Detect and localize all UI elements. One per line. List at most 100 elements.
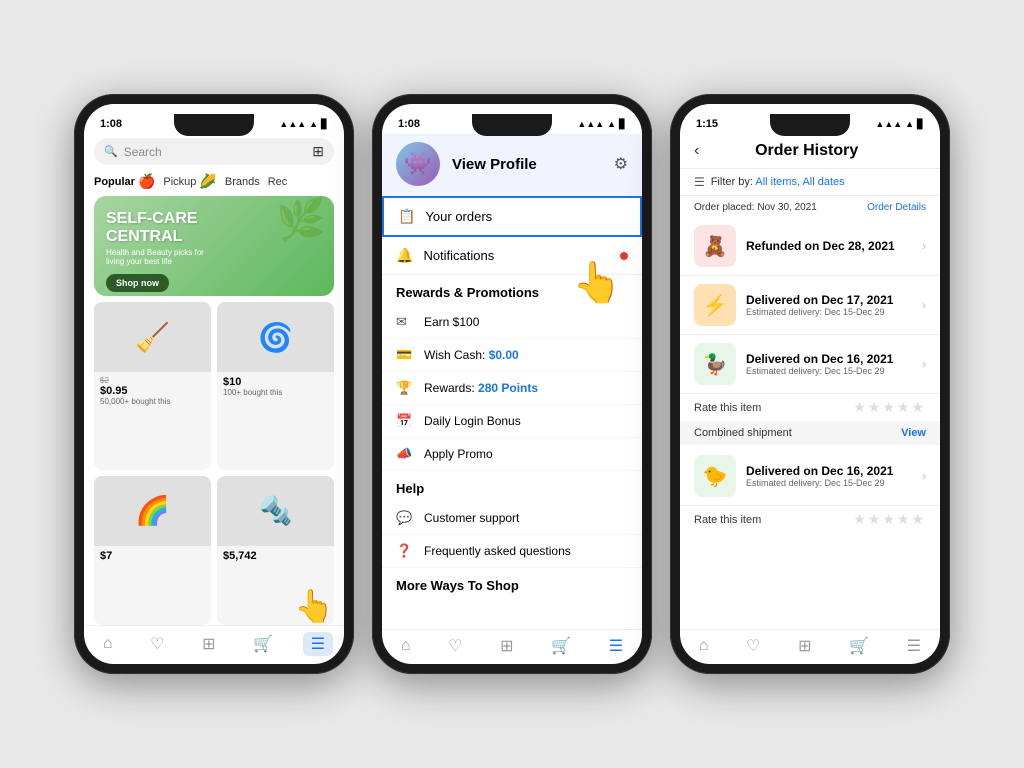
- shop-now-button[interactable]: Shop now: [106, 274, 169, 292]
- product-item-4[interactable]: 🔩 $5,742 👆: [217, 476, 334, 626]
- orders-icon: 📋: [398, 208, 415, 225]
- stars-2[interactable]: ★★★★★: [853, 511, 926, 528]
- phone-1: 1:08 ▲▲▲ ▲ ▊ 🔍 Search ⊞ Popular 🍎: [74, 94, 354, 674]
- phone-1-notch: [174, 114, 254, 136]
- chevron-right-1: ›: [922, 239, 926, 253]
- category-pickup-label: Pickup: [163, 176, 196, 188]
- order-info-3: Delivered on Dec 16, 2021 Estimated deli…: [746, 352, 922, 376]
- combined-shipment-label: Combined shipment: [694, 427, 901, 439]
- nav-categories-3[interactable]: ⊞: [798, 636, 811, 656]
- gear-icon[interactable]: ⚙: [614, 154, 628, 174]
- product-price-3: $7: [100, 550, 205, 562]
- rewards-section-title: Rewards & Promotions: [382, 275, 642, 306]
- nav-wishlist-2[interactable]: ♡: [448, 636, 462, 656]
- order-item-3[interactable]: 🦆 Delivered on Dec 16, 2021 Estimated de…: [680, 335, 940, 394]
- category-brands[interactable]: Brands: [225, 176, 260, 188]
- order-history-header: ‹ Order History: [680, 134, 940, 169]
- view-profile-button[interactable]: View Profile: [452, 156, 602, 173]
- rate-label-1: Rate this item: [694, 402, 853, 414]
- wish-cash-item[interactable]: 💳 Wish Cash: $0.00: [382, 339, 642, 372]
- earn-icon: ✉: [396, 314, 414, 330]
- order-thumb-1: 🧸: [694, 225, 736, 267]
- nav-cart-3[interactable]: 🛒: [849, 636, 869, 656]
- wifi-icon: ▲: [309, 119, 318, 129]
- cart-icon: 🛒: [253, 634, 273, 654]
- wifi-icon-2: ▲: [607, 119, 616, 129]
- product-item-3[interactable]: 🌈 $7: [94, 476, 211, 626]
- chevron-right-3: ›: [922, 357, 926, 371]
- nav-menu-1[interactable]: ☰: [303, 632, 333, 656]
- daily-login-item[interactable]: 📅 Daily Login Bonus: [382, 405, 642, 438]
- search-input[interactable]: Search: [124, 145, 307, 159]
- filter-row[interactable]: ☰ Filter by: All items, All dates: [680, 169, 940, 196]
- self-care-banner: 🌿 SELF-CARECENTRAL Health and Beauty pic…: [94, 196, 334, 296]
- battery-icon-3: ▊: [917, 119, 924, 130]
- order-status-4: Delivered on Dec 16, 2021: [746, 464, 922, 478]
- apply-promo-item[interactable]: 📣 Apply Promo: [382, 438, 642, 471]
- battery-icon: ▊: [321, 119, 328, 130]
- order-item-4[interactable]: 🐤 Delivered on Dec 16, 2021 Estimated de…: [680, 447, 940, 506]
- customer-support-item[interactable]: 💬 Customer support: [382, 502, 642, 535]
- hand-cursor-overlay: 👆: [294, 587, 334, 625]
- earn-100-item[interactable]: ✉ Earn $100: [382, 306, 642, 339]
- combined-shipment-row[interactable]: Combined shipment View: [680, 421, 940, 445]
- product-grid: 🧹 $2 $0.95 50,000+ bought this 🌀 $10 100…: [84, 302, 344, 625]
- notifications-label: Notifications: [423, 248, 620, 263]
- faq-item[interactable]: ❓ Frequently asked questions: [382, 535, 642, 568]
- combined-shipment-view[interactable]: View: [901, 427, 926, 439]
- banner-subtitle: Health and Beauty picks forliving your b…: [106, 248, 204, 266]
- product-price-4: $5,742: [223, 550, 328, 562]
- product-item-2[interactable]: 🌀 $10 100+ bought this: [217, 302, 334, 470]
- category-pickup[interactable]: Pickup 🌽: [163, 173, 216, 190]
- order-item-1[interactable]: 🧸 Refunded on Dec 28, 2021 ›: [680, 217, 940, 276]
- category-popular-emoji: 🍎: [138, 173, 155, 190]
- nav-wishlist-3[interactable]: ♡: [746, 636, 760, 656]
- nav-menu-2[interactable]: ☰: [609, 636, 623, 656]
- search-bar[interactable]: 🔍 Search ⊞: [94, 138, 334, 165]
- order-item-2[interactable]: ⚡ Delivered on Dec 17, 2021 Estimated de…: [680, 276, 940, 335]
- order-info-2: Delivered on Dec 17, 2021 Estimated deli…: [746, 293, 922, 317]
- phone-3: 1:15 ▲▲▲ ▲ ▊ ‹ Order History ☰ Filter by…: [670, 94, 950, 674]
- order-delivery-2: Estimated delivery: Dec 15-Dec 29: [746, 307, 922, 317]
- product-image-4: 🔩: [217, 476, 334, 546]
- chevron-right-2: ›: [922, 298, 926, 312]
- stars-1[interactable]: ★★★★★: [853, 399, 926, 416]
- back-button[interactable]: ‹: [694, 142, 699, 160]
- nav-menu-3[interactable]: ☰: [907, 636, 921, 656]
- faq-icon: ❓: [396, 543, 414, 559]
- category-rec-label: Rec: [268, 176, 288, 188]
- nav-home-1[interactable]: ⌂: [95, 633, 121, 655]
- nav-cart-2[interactable]: 🛒: [551, 636, 571, 656]
- heart-icon: ♡: [150, 634, 164, 654]
- nav-categories-2[interactable]: ⊞: [500, 636, 513, 656]
- banner-title: SELF-CARECENTRAL: [106, 210, 198, 245]
- battery-icon-2: ▊: [619, 119, 626, 130]
- bottom-nav-2: ⌂ ♡ ⊞ 🛒 ☰: [382, 629, 642, 664]
- avatar: 👾: [396, 142, 440, 186]
- order-date: Order placed: Nov 30, 2021: [694, 202, 817, 213]
- signal-icon-2: ▲▲▲: [577, 119, 604, 129]
- filter-icon[interactable]: ⊞: [312, 143, 324, 160]
- rewards-item[interactable]: 🏆 Rewards: 280 Points: [382, 372, 642, 405]
- product-sold-1: 50,000+ bought this: [100, 397, 205, 406]
- nav-categories-1[interactable]: ⊞: [194, 632, 223, 656]
- category-rec[interactable]: Rec: [268, 176, 288, 188]
- nav-cart-1[interactable]: 🛒: [245, 632, 281, 656]
- order-info-4: Delivered on Dec 16, 2021 Estimated deli…: [746, 464, 922, 488]
- category-brands-label: Brands: [225, 176, 260, 188]
- menu-icon: ☰: [311, 634, 325, 654]
- nav-home-3[interactable]: ⌂: [699, 637, 709, 655]
- product-image-2: 🌀: [217, 302, 334, 372]
- product-item-1[interactable]: 🧹 $2 $0.95 50,000+ bought this: [94, 302, 211, 470]
- order-details-link[interactable]: Order Details: [867, 202, 926, 213]
- category-popular[interactable]: Popular 🍎: [94, 173, 155, 190]
- nav-home-2[interactable]: ⌂: [401, 637, 411, 655]
- order-delivery-4: Estimated delivery: Dec 15-Dec 29: [746, 478, 922, 488]
- phone-1-screen: 1:08 ▲▲▲ ▲ ▊ 🔍 Search ⊞ Popular 🍎: [84, 104, 344, 664]
- nav-wishlist-1[interactable]: ♡: [142, 632, 172, 656]
- your-orders-row[interactable]: 📋 Your orders: [382, 196, 642, 237]
- notifications-row[interactable]: 🔔 Notifications: [382, 237, 642, 275]
- order-thumb-2: ⚡: [694, 284, 736, 326]
- phone-3-notch: [770, 114, 850, 136]
- more-ways-title: More Ways To Shop: [382, 568, 642, 599]
